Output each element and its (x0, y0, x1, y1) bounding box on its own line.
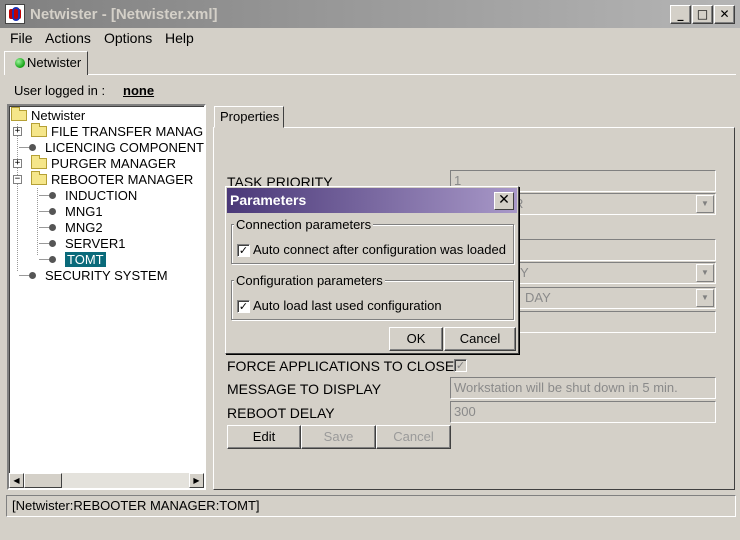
user-logged-in-label: User logged in : (14, 83, 106, 98)
close-button[interactable]: ✕ (714, 5, 735, 24)
auto-load-label[interactable]: Auto load last used configuration (253, 298, 442, 313)
minimize-button[interactable]: _ (670, 5, 691, 24)
chevron-down-icon[interactable]: ▼ (696, 195, 714, 213)
tree-item-label: REBOOTER MANAGER (51, 172, 194, 187)
menu-file[interactable]: File (10, 30, 33, 46)
tree-root[interactable]: Netwister (11, 107, 86, 124)
tree-connector (39, 243, 49, 244)
bullet-icon (49, 256, 56, 263)
bullet-icon (29, 272, 36, 279)
bullet-icon (29, 144, 36, 151)
auto-load-checkbox[interactable]: ✓ (237, 300, 250, 313)
menu-options[interactable]: Options (104, 30, 152, 46)
bullet-icon (49, 224, 56, 231)
dialog-close-button[interactable]: ✕ (494, 192, 514, 210)
expand-icon[interactable]: + (13, 127, 22, 136)
scroll-left-icon[interactable]: ◀ (9, 473, 24, 488)
folder-icon (31, 155, 47, 169)
tree-item-label: FILE TRANSFER MANAGER (51, 124, 206, 139)
tree-item-label: MNG1 (65, 204, 103, 219)
tree-connector (19, 275, 29, 276)
dialog-cancel-button[interactable]: Cancel (444, 327, 516, 351)
dialog-title-bar[interactable]: Parameters ✕ (227, 188, 517, 213)
cancel-button[interactable]: Cancel (376, 425, 451, 449)
expand-icon[interactable]: + (13, 159, 22, 168)
maximize-button[interactable]: □ (692, 5, 713, 24)
tab-netwister[interactable]: Netwister (4, 51, 88, 75)
force-close-label: FORCE APPLICATIONS TO CLOSE (227, 358, 455, 374)
edit-button[interactable]: Edit (227, 425, 301, 449)
reboot-delay-field[interactable]: 300 (450, 401, 716, 423)
scroll-right-icon[interactable]: ▶ (189, 473, 204, 488)
tree-item-server1[interactable]: SERVER1 (39, 236, 125, 252)
tree-item-mng1[interactable]: MNG1 (39, 204, 103, 220)
menu-help[interactable]: Help (165, 30, 194, 46)
tree-item-label: SECURITY SYSTEM (45, 268, 168, 283)
tab-properties[interactable]: Properties (214, 106, 284, 128)
tree-connector (19, 147, 29, 148)
tab-divider (88, 74, 736, 75)
user-logged-in-value[interactable]: none (123, 83, 154, 98)
tree-item-label: SERVER1 (65, 236, 126, 251)
status-bar: [Netwister:REBOOTER MANAGER:TOMT] (6, 495, 736, 517)
tree-guide-line (37, 188, 38, 256)
tree-connector (39, 195, 49, 196)
tree-horizontal-scrollbar[interactable]: ◀ ▶ (9, 473, 204, 488)
tree-panel[interactable]: Netwister + FILE TRANSFER MANAGER LICENC… (7, 104, 206, 490)
bullet-icon (49, 208, 56, 215)
bullet-icon (49, 192, 56, 199)
connection-parameters-title: Connection parameters (234, 217, 374, 232)
tree-item-label: INDUCTION (65, 188, 138, 203)
dialog-title: Parameters (230, 192, 307, 208)
tree-root-label: Netwister (31, 108, 86, 123)
tree-item-mng2[interactable]: MNG2 (39, 220, 103, 236)
auto-connect-checkbox[interactable]: ✓ (237, 244, 250, 257)
save-button[interactable]: Save (301, 425, 376, 449)
collapse-icon[interactable]: − (13, 175, 22, 184)
message-label: MESSAGE TO DISPLAY (227, 381, 382, 397)
tree-connector (39, 227, 49, 228)
folder-icon (11, 107, 27, 121)
tree-item-induction[interactable]: INDUCTION (39, 188, 137, 204)
status-dot-icon (15, 58, 25, 68)
panel-splitter[interactable] (207, 104, 212, 490)
auto-connect-label[interactable]: Auto connect after configuration was loa… (253, 242, 506, 257)
reboot-delay-label: REBOOT DELAY (227, 405, 335, 421)
chevron-down-icon[interactable]: ▼ (696, 264, 714, 282)
tree-item-label: LICENCING COMPONENT (45, 140, 204, 155)
force-close-checkbox[interactable]: ✓ (454, 359, 467, 372)
tree-item-label: PURGER MANAGER (51, 156, 176, 171)
tab-netwister-label: Netwister (27, 55, 82, 70)
bullet-icon (49, 240, 56, 247)
menu-actions[interactable]: Actions (45, 30, 91, 46)
message-field[interactable]: Workstation will be shut down in 5 min. (450, 377, 716, 399)
tree-item-licencing-component[interactable]: LICENCING COMPONENT (19, 140, 204, 156)
configuration-parameters-title: Configuration parameters (234, 273, 385, 288)
folder-icon (31, 123, 47, 137)
tree-connector (39, 259, 49, 260)
scroll-thumb[interactable] (24, 473, 62, 488)
chevron-down-icon[interactable]: ▼ (696, 289, 714, 307)
parameters-dialog[interactable]: Parameters ✕ Connection parameters ✓ Aut… (225, 186, 519, 354)
tree-item-file-transfer-manager[interactable]: FILE TRANSFER MANAGER (31, 123, 206, 140)
tree-item-rebooter-manager[interactable]: REBOOTER MANAGER (31, 171, 194, 188)
tree-item-label-selected: TOMT (65, 252, 106, 267)
tree-connector (39, 211, 49, 212)
tree-guide-line (17, 124, 18, 272)
tree-item-label: MNG2 (65, 220, 103, 235)
folder-icon (31, 171, 47, 185)
app-icon[interactable] (5, 4, 25, 24)
tree-item-tomt[interactable]: TOMT (39, 252, 106, 268)
tree-item-security-system[interactable]: SECURITY SYSTEM (19, 268, 168, 284)
ok-button[interactable]: OK (389, 327, 443, 351)
tree-item-purger-manager[interactable]: PURGER MANAGER (31, 155, 176, 172)
window-title: Netwister - [Netwister.xml] (30, 6, 218, 23)
